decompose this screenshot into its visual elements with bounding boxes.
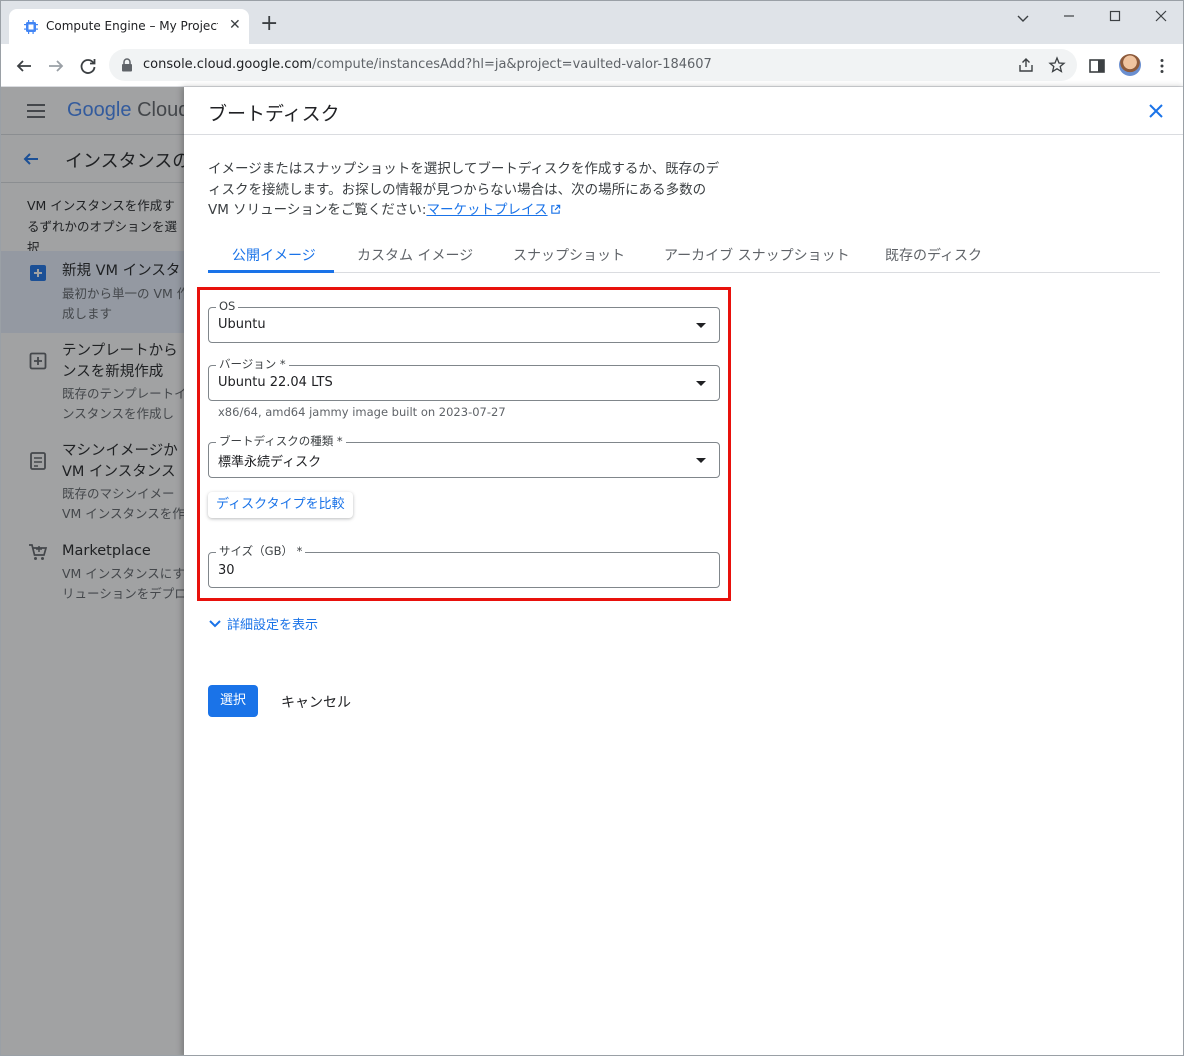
size-input[interactable]: サイズ（GB） * 30 xyxy=(208,544,720,588)
cancel-button[interactable]: キャンセル xyxy=(281,692,351,712)
star-icon[interactable] xyxy=(1048,56,1066,74)
chevron-down-icon xyxy=(209,620,221,628)
disk-type-label: ブートディスクの種類 * xyxy=(216,434,346,448)
disk-type-select[interactable]: ブートディスクの種類 * 標準永続ディスク xyxy=(208,434,720,478)
forward-icon[interactable] xyxy=(45,55,67,77)
close-icon[interactable] xyxy=(1151,6,1171,26)
browser-toolbar: console.cloud.google.com/compute/instanc… xyxy=(1,44,1183,87)
tab-public-images[interactable]: 公開イメージ xyxy=(232,245,316,265)
tab-snapshots[interactable]: スナップショット xyxy=(513,245,625,265)
chevron-down-icon[interactable] xyxy=(1013,9,1033,29)
os-label: OS xyxy=(216,299,239,313)
active-tab-indicator xyxy=(208,270,334,273)
compute-engine-favicon xyxy=(24,20,38,34)
version-select[interactable]: バージョン * Ubuntu 22.04 LTS xyxy=(208,357,720,401)
panel-title: ブートディスク xyxy=(208,103,340,125)
version-label: バージョン * xyxy=(216,357,289,371)
advanced-settings-toggle[interactable]: 詳細設定を表示 xyxy=(208,614,318,633)
avatar[interactable] xyxy=(1119,54,1141,76)
dropdown-arrow-icon xyxy=(696,381,706,386)
close-icon[interactable] xyxy=(1146,101,1166,121)
panel-description: イメージまたはスナップショットを選択してブートディスクを作成するか、既存のディス… xyxy=(208,159,728,221)
share-icon[interactable] xyxy=(1017,56,1035,74)
boot-disk-panel: ブートディスク イメージまたはスナップショットを選択してブートディスクを作成する… xyxy=(184,87,1183,1055)
tab-archive-snapshots[interactable]: アーカイブ スナップショット xyxy=(664,245,850,265)
tab-existing-disks[interactable]: 既存のディスク xyxy=(885,245,982,265)
reload-icon[interactable] xyxy=(77,55,99,77)
advanced-settings-label: 詳細設定を表示 xyxy=(227,618,319,633)
select-button[interactable]: 選択 xyxy=(208,685,258,717)
version-hint: x86/64, amd64 jammy image built on 2023-… xyxy=(218,405,506,419)
more-icon[interactable] xyxy=(1152,56,1172,76)
plus-icon[interactable]: + xyxy=(260,13,278,35)
url-host: console.cloud.google.com xyxy=(143,57,313,72)
tab-strip: Compute Engine – My Project 81 ✕ + xyxy=(1,1,1183,44)
size-label: サイズ（GB） * xyxy=(216,544,306,558)
panel-header: ブートディスク xyxy=(184,87,1183,135)
minimize-icon[interactable] xyxy=(1059,6,1079,26)
dropdown-arrow-icon xyxy=(696,458,706,463)
maximize-icon[interactable] xyxy=(1105,6,1125,26)
disk-type-value: 標準永続ディスク xyxy=(218,455,322,470)
browser-tab[interactable]: Compute Engine – My Project 81 ✕ xyxy=(9,9,249,44)
version-value: Ubuntu 22.04 LTS xyxy=(218,375,333,390)
cloud-console: Google Cloud インスタンスの VM インスタンスを作成するずれかのオ… xyxy=(1,87,1183,1055)
external-link-icon[interactable] xyxy=(550,204,561,215)
tab-title: Compute Engine – My Project 81 xyxy=(46,19,218,33)
browser-window: Compute Engine – My Project 81 ✕ + conso… xyxy=(0,0,1184,1056)
lock-icon[interactable] xyxy=(121,58,133,72)
address-bar[interactable]: console.cloud.google.com/compute/instanc… xyxy=(109,49,1077,81)
dropdown-arrow-icon xyxy=(696,323,706,328)
compare-disk-types-button[interactable]: ディスクタイプを比較 xyxy=(208,492,353,518)
os-value: Ubuntu xyxy=(218,317,266,332)
url-text[interactable]: console.cloud.google.com/compute/instanc… xyxy=(143,57,712,72)
url-path: /compute/instancesAdd?hl=ja&project=vaul… xyxy=(312,57,712,72)
back-icon[interactable] xyxy=(13,55,35,77)
marketplace-link[interactable]: マーケットプレイス xyxy=(426,202,547,218)
tab-custom-images[interactable]: カスタム イメージ xyxy=(357,245,473,265)
os-select[interactable]: OS Ubuntu xyxy=(208,299,720,343)
side-panel-icon[interactable] xyxy=(1087,56,1107,76)
size-value[interactable]: 30 xyxy=(218,563,235,578)
close-icon[interactable]: ✕ xyxy=(229,17,241,33)
image-source-tabs: 公開イメージ カスタム イメージ スナップショット アーカイブ スナップショット… xyxy=(208,239,1160,273)
